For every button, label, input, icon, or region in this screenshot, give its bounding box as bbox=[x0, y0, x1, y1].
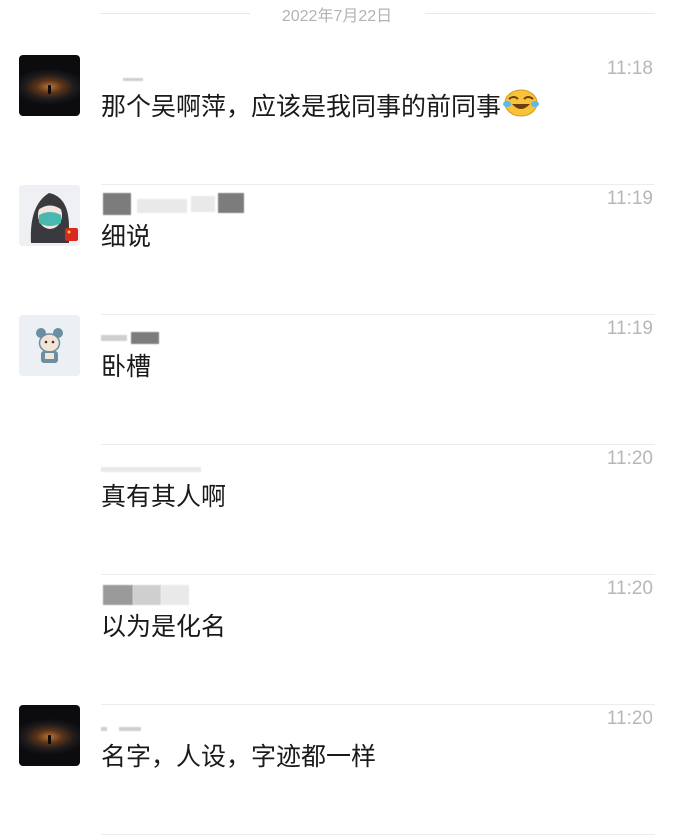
dusk-silhouette-icon bbox=[48, 735, 51, 744]
message-item[interactable]: 11:19 卧槽 bbox=[0, 315, 677, 445]
divider-line-right bbox=[425, 13, 655, 14]
sender-name-redacted bbox=[101, 453, 246, 475]
message-time: 11:19 bbox=[606, 188, 653, 209]
message-item[interactable]: 11:19 细说 bbox=[0, 185, 677, 315]
message-text: 真有其人啊 bbox=[101, 482, 227, 511]
message-time: 11:19 bbox=[606, 318, 653, 339]
message-time: 11:20 bbox=[606, 578, 653, 599]
message-text: 那个吴啊萍，应该是我同事的前同事 bbox=[101, 87, 540, 126]
anime-girl-icon bbox=[19, 185, 80, 246]
message-text: 名字，人设，字迹都一样 bbox=[101, 742, 377, 771]
message-text: 卧槽 bbox=[101, 352, 152, 381]
dusk-silhouette-icon bbox=[48, 85, 51, 94]
message-item[interactable]: 11:18 那个吴啊萍，应该是我同事的前同事 bbox=[0, 55, 677, 185]
message-text: 细说 bbox=[101, 222, 152, 251]
sender-name-redacted bbox=[101, 713, 246, 735]
message-time: 11:18 bbox=[606, 58, 653, 79]
message-time: 11:20 bbox=[606, 708, 653, 729]
avatar[interactable] bbox=[19, 705, 80, 766]
avatar[interactable] bbox=[19, 55, 80, 116]
avatar[interactable] bbox=[19, 185, 80, 246]
message-item[interactable]: 11:20 真有其人啊 bbox=[0, 445, 677, 575]
sender-name-redacted bbox=[101, 193, 246, 215]
date-label: 2022年7月22日 bbox=[281, 8, 393, 25]
sender-name-redacted bbox=[101, 63, 246, 85]
message-item[interactable]: 11:20 名字，人设，字迹都一样 bbox=[0, 705, 677, 835]
cartoon-character-icon bbox=[19, 315, 80, 376]
message-text-content: 那个吴啊萍，应该是我同事的前同事 bbox=[101, 92, 502, 121]
laughing-crying-emoji-icon bbox=[503, 87, 540, 123]
divider-line-left bbox=[100, 13, 250, 14]
sender-name-redacted bbox=[101, 583, 246, 605]
message-item[interactable]: 11:20 以为是化名 bbox=[0, 575, 677, 705]
sender-name-redacted bbox=[101, 323, 246, 345]
date-divider: 2022年7月22日 bbox=[0, 0, 677, 30]
avatar[interactable] bbox=[19, 315, 80, 376]
message-text: 以为是化名 bbox=[101, 612, 227, 641]
message-time: 11:20 bbox=[606, 448, 653, 469]
